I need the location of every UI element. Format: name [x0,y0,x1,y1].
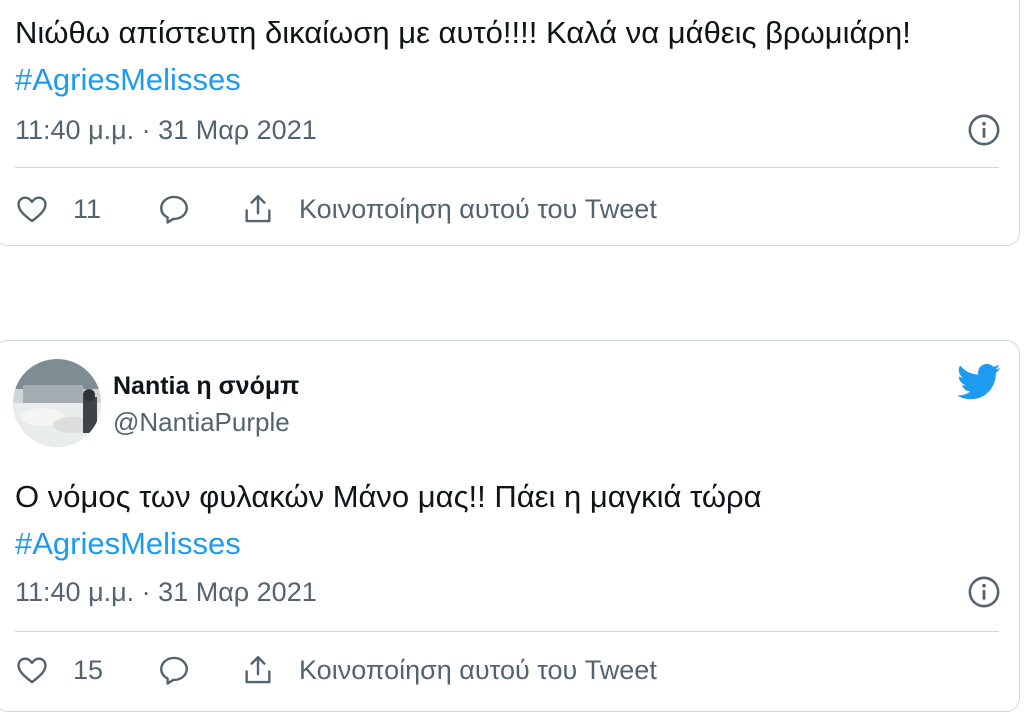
twitter-bird-icon[interactable] [957,363,1001,401]
user-handle[interactable]: @NantiaPurple [113,407,290,438]
heart-icon[interactable] [15,192,49,226]
info-icon[interactable] [967,575,1001,609]
heart-icon[interactable] [15,653,49,687]
tweet-text: Νιώθω απίστευτη δικαίωση με αυτό!!!! Καλ… [15,15,911,97]
like-count: 11 [73,193,102,224]
reply-icon[interactable] [157,653,191,687]
avatar-image [13,359,101,447]
hashtag-link[interactable]: #AgriesMelisses [15,62,241,97]
tweet-actions: 15 Κοινοποίηση αυτού του Tweet [15,650,657,690]
tweet-timestamp[interactable]: 11:40 μ.μ. · 31 Μαρ 2021 [15,115,317,146]
divider [15,631,999,632]
share-tweet-link[interactable]: Κοινοποίηση αυτού του Tweet [299,655,657,686]
tweet-card[interactable]: Nantia η σνόμπ @NantiaPurple Ο νόμος των… [0,340,1020,712]
share-icon[interactable] [241,192,275,226]
tweet-text: Ο νόμος των φυλακών Μάνο μας!! Πάει η μα… [15,479,762,561]
tweet-actions: 11 Κοινοποίηση αυτού του Tweet [15,189,657,229]
share-icon[interactable] [241,653,275,687]
hashtag-link[interactable]: #AgriesMelisses [15,526,241,561]
tweet-timestamp[interactable]: 11:40 μ.μ. · 31 Μαρ 2021 [15,577,317,608]
info-icon[interactable] [967,113,1001,147]
display-name[interactable]: Nantia η σνόμπ [113,372,299,401]
like-count: 15 [73,654,104,685]
reply-icon[interactable] [157,192,191,226]
divider [15,167,999,168]
avatar[interactable] [13,359,101,447]
tweet-card[interactable]: Νιώθω απίστευτη δικαίωση με αυτό!!!! Καλ… [0,0,1020,246]
share-tweet-link[interactable]: Κοινοποίηση αυτού του Tweet [299,194,657,225]
